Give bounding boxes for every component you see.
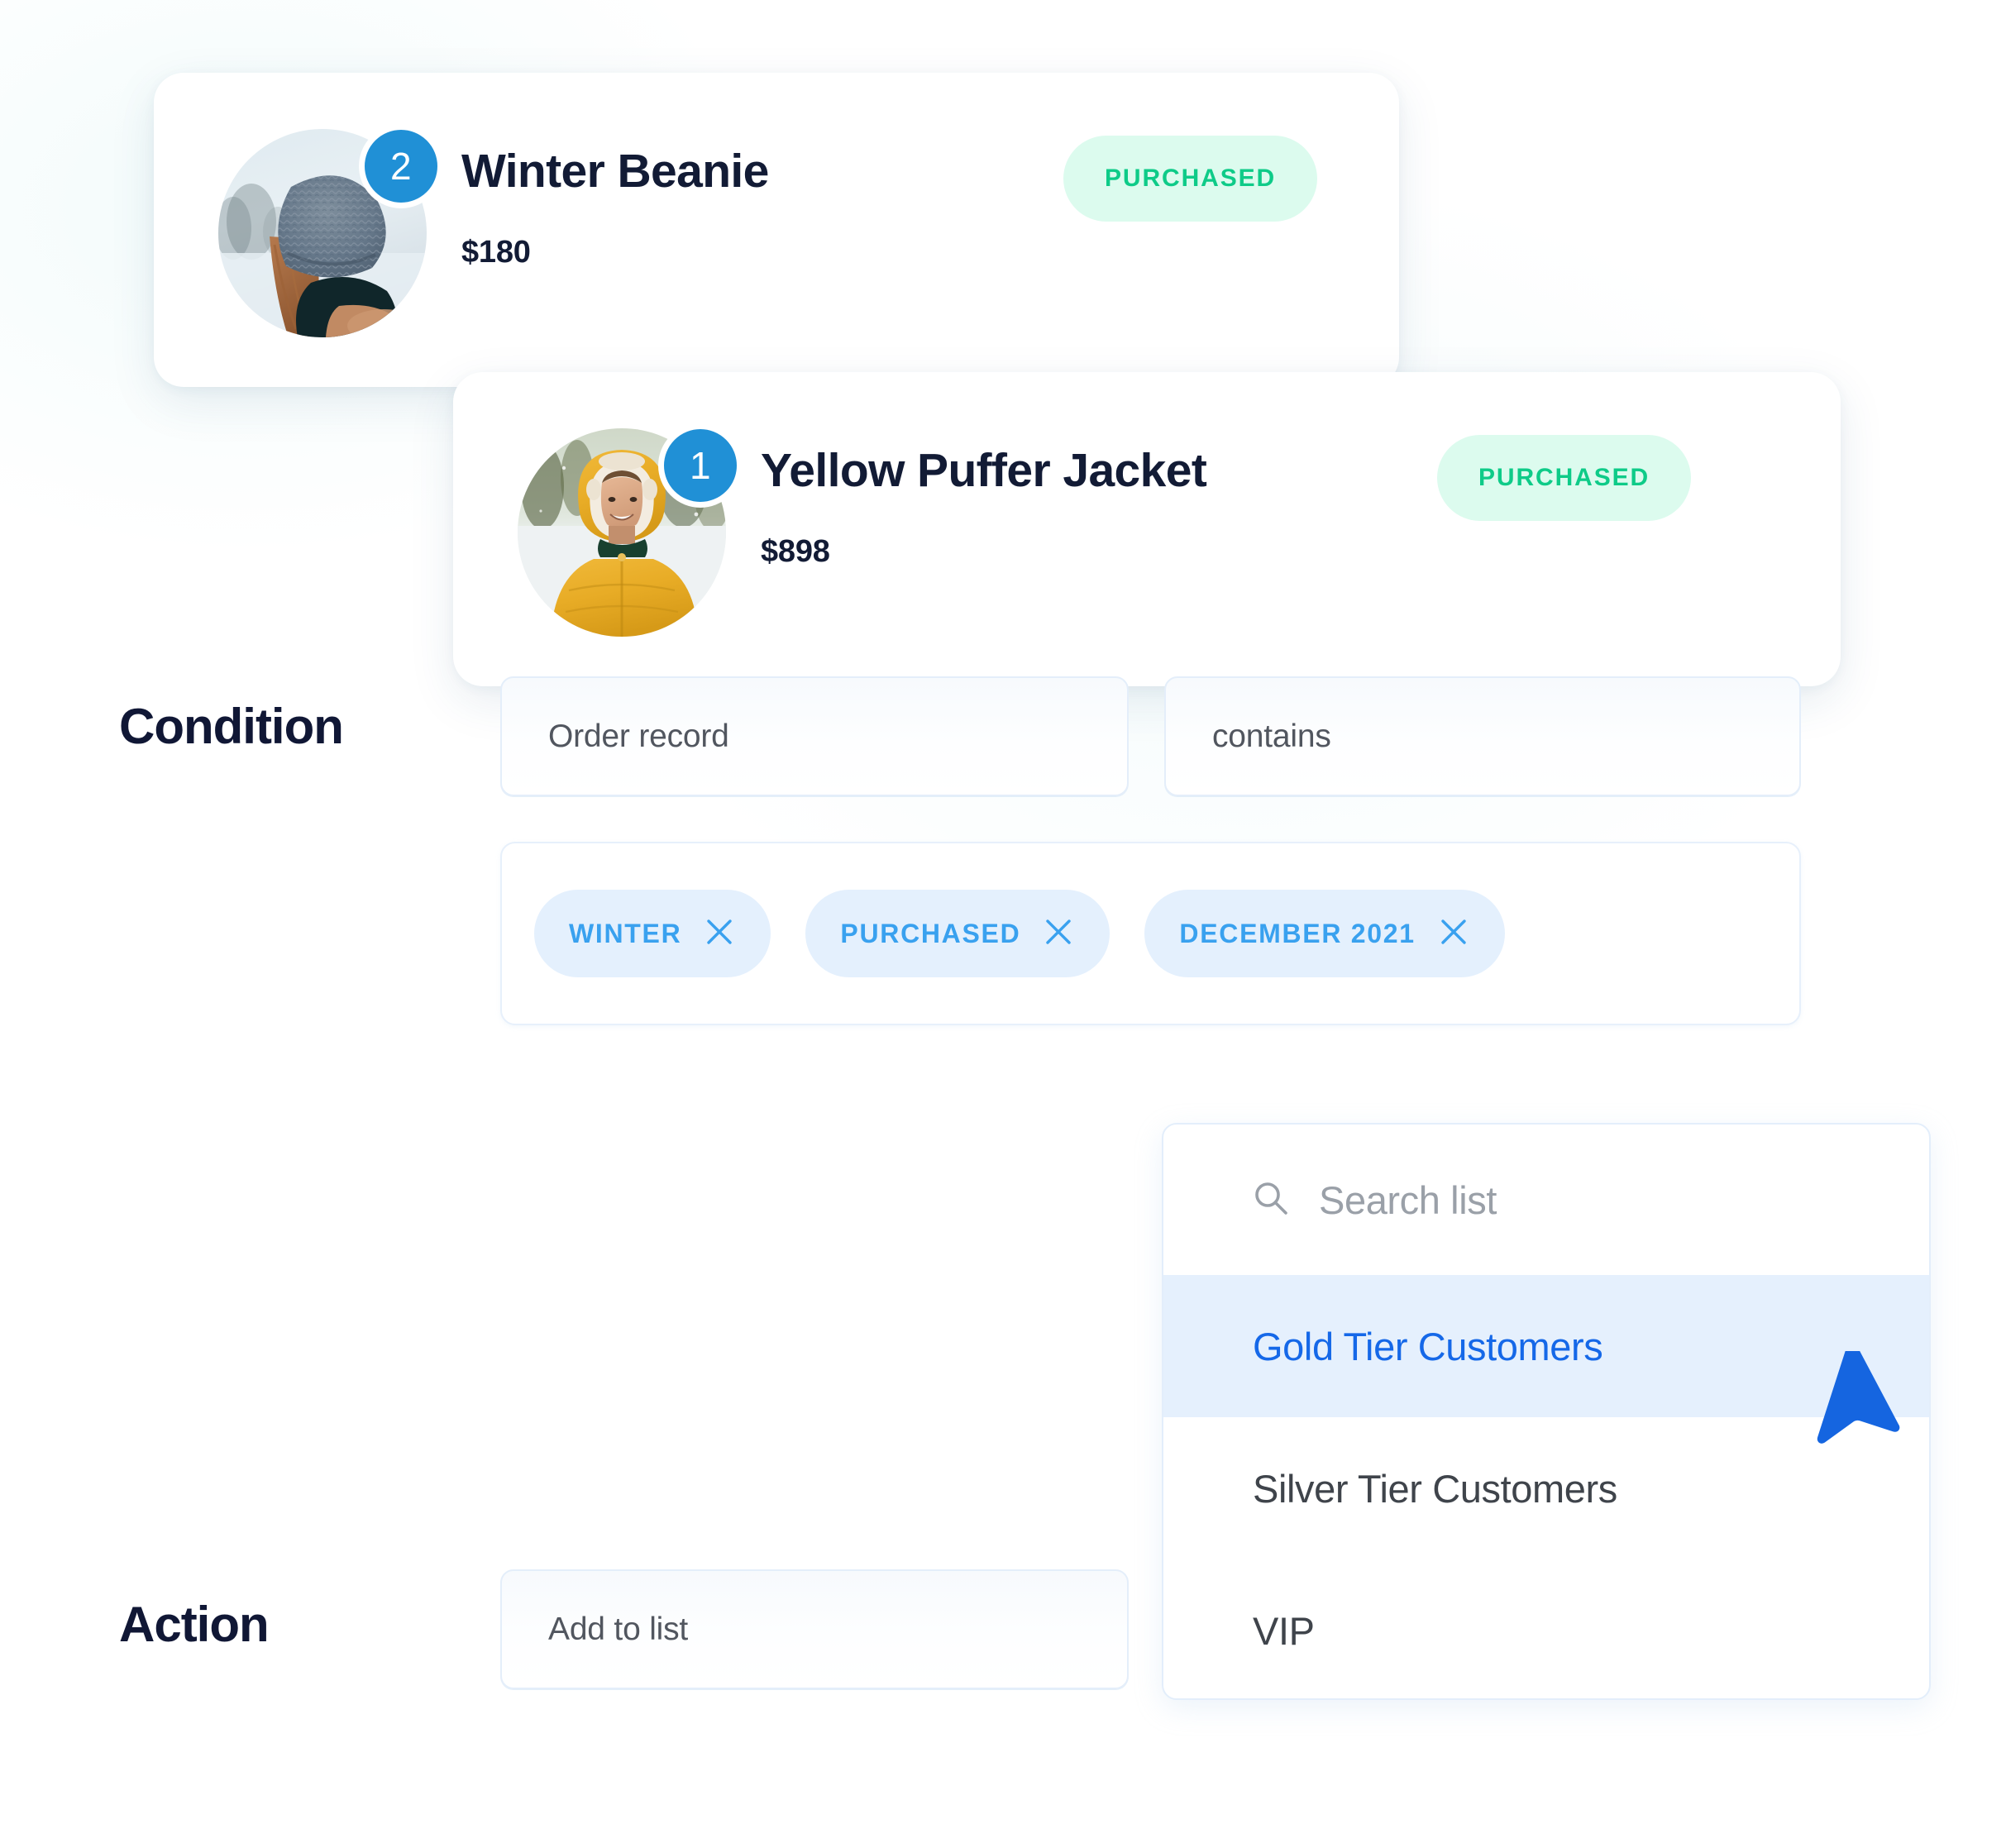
condition-record-select[interactable]: Order record	[500, 676, 1129, 796]
action-type-value: Add to list	[548, 1611, 689, 1647]
condition-row-label: Condition	[119, 699, 344, 754]
condition-operator-select[interactable]: contains	[1164, 676, 1801, 796]
action-row-label: Action	[119, 1597, 270, 1652]
condition-record-value: Order record	[548, 718, 729, 754]
close-icon[interactable]	[1437, 915, 1470, 953]
tag-chip-label: WINTER	[569, 918, 682, 948]
search-input[interactable]: Search list	[1319, 1177, 1497, 1223]
list-select-dropdown: Search list Gold Tier Customers Silver T…	[1162, 1123, 1931, 1700]
status-badge-purchased: PURCHASED	[1063, 136, 1318, 222]
tag-chip-december-2021[interactable]: DECEMBER 2021	[1144, 890, 1505, 977]
tag-chip-purchased[interactable]: PURCHASED	[805, 890, 1110, 977]
dropdown-item-vip[interactable]: VIP	[1163, 1559, 1929, 1698]
tag-chip-label: PURCHASED	[840, 918, 1021, 948]
close-icon[interactable]	[1042, 915, 1075, 953]
close-icon[interactable]	[703, 915, 736, 953]
status-badge-purchased: PURCHASED	[1437, 435, 1692, 521]
quantity-badge: 1	[658, 423, 743, 508]
dropdown-search-row[interactable]: Search list	[1163, 1125, 1929, 1275]
product-thumbnail-wrapper: 1	[518, 423, 743, 637]
product-thumbnail-wrapper: 2	[218, 124, 443, 337]
search-icon	[1249, 1177, 1292, 1224]
product-card-yellow-puffer-jacket[interactable]: 1 Yellow Puffer Jacket $898 PURCHASED	[453, 372, 1841, 686]
condition-operator-value: contains	[1212, 718, 1331, 754]
dropdown-item-gold-tier-customers[interactable]: Gold Tier Customers	[1163, 1275, 1929, 1417]
product-title: Winter Beanie	[461, 145, 769, 198]
canvas: 2 Winter Beanie $180 PURCHASED 1 Yellow …	[0, 0, 2006, 1848]
tag-chip-winter[interactable]: WINTER	[534, 890, 771, 977]
product-price: $180	[461, 235, 531, 270]
tag-chip-label: DECEMBER 2021	[1179, 918, 1416, 948]
quantity-badge: 2	[359, 124, 443, 208]
product-price: $898	[761, 534, 830, 569]
dropdown-item-silver-tier-customers[interactable]: Silver Tier Customers	[1163, 1417, 1929, 1559]
product-title: Yellow Puffer Jacket	[761, 444, 1207, 497]
product-card-winter-beanie[interactable]: 2 Winter Beanie $180 PURCHASED	[154, 73, 1399, 387]
action-type-select[interactable]: Add to list	[500, 1569, 1129, 1689]
condition-tags-panel: WINTER PURCHASED DECEMBER 2021	[500, 842, 1801, 1025]
